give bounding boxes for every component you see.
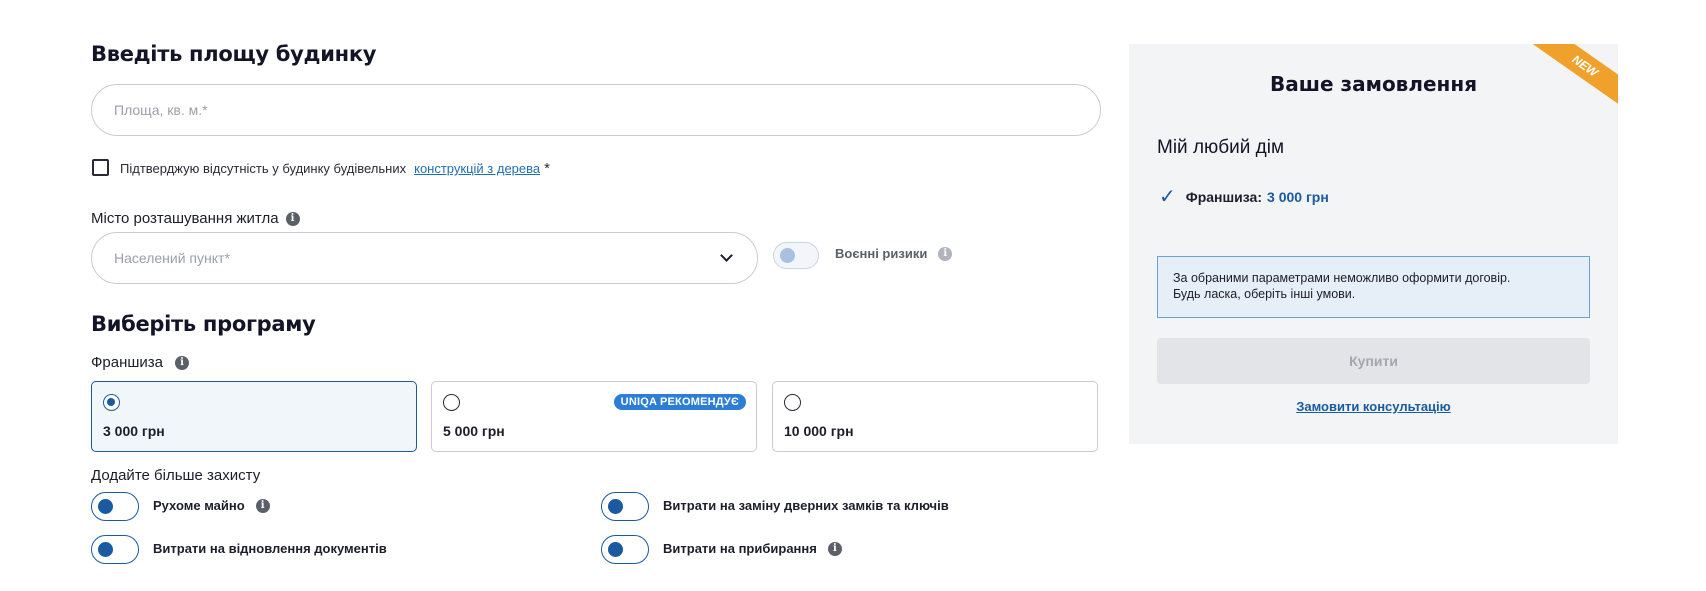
lock-replacement-toggle[interactable] bbox=[601, 492, 649, 521]
chevron-down-icon bbox=[720, 249, 733, 262]
movable-property-text: Рухоме майно bbox=[153, 498, 245, 513]
toggle-knob bbox=[780, 248, 795, 263]
info-icon[interactable]: i bbox=[255, 498, 270, 513]
wood-confirm-text: Підтверджую відсутність у будинку будіве… bbox=[120, 161, 407, 176]
movable-property-label: Рухоме майно i bbox=[153, 498, 270, 513]
wood-confirm-label: Підтверджую відсутність у будинку будіве… bbox=[120, 160, 550, 177]
check-icon: ✓ bbox=[1159, 186, 1176, 208]
required-mark: * bbox=[544, 160, 550, 177]
cleaning-text: Витрати на прибирання bbox=[663, 541, 817, 556]
war-risks-text: Воєнні ризики bbox=[835, 246, 928, 261]
order-title: Ваше замовлення bbox=[1269, 72, 1478, 96]
plan-radio[interactable] bbox=[103, 394, 120, 411]
product-name: Мій любий дім bbox=[1157, 137, 1285, 158]
order-franchise-value: 3 000 грн bbox=[1267, 188, 1329, 205]
info-icon[interactable]: i bbox=[285, 211, 300, 226]
area-input-placeholder: Площа, кв. м.* bbox=[114, 102, 208, 118]
documents-restore-label: Витрати на відновлення документів bbox=[153, 541, 387, 556]
documents-restore-toggle[interactable] bbox=[91, 535, 139, 564]
plan-card-3000[interactable]: 3 000 грн bbox=[91, 381, 417, 452]
plan-card-10000[interactable]: 10 000 грн bbox=[772, 381, 1098, 452]
info-icon[interactable]: i bbox=[938, 246, 953, 261]
plan-value: 3 000 грн bbox=[103, 423, 165, 439]
plan-value: 5 000 грн bbox=[443, 423, 505, 439]
plan-radio[interactable] bbox=[784, 394, 801, 411]
franchise-label: Франшиза i bbox=[91, 354, 190, 371]
city-label-text: Місто розташування житла bbox=[91, 210, 279, 227]
plan-value: 10 000 грн bbox=[784, 423, 854, 439]
toggle-knob bbox=[608, 499, 623, 514]
area-heading: Введіть площу будинку bbox=[91, 42, 377, 66]
wood-structures-link[interactable]: конструкцій з дерева bbox=[414, 161, 540, 176]
cleaning-toggle[interactable] bbox=[601, 535, 649, 564]
addons-heading: Додайте більше захисту bbox=[91, 467, 261, 484]
order-franchise-key: Франшиза: bbox=[1185, 188, 1263, 205]
toggle-knob bbox=[98, 542, 113, 557]
order-panel: NEW Ваше замовлення Мій любий дім ✓ Фран… bbox=[1129, 44, 1618, 444]
order-notice: За обраними параметрами неможливо оформи… bbox=[1157, 256, 1590, 318]
cleaning-label: Витрати на прибирання i bbox=[663, 541, 842, 556]
city-select[interactable]: Населений пункт* bbox=[91, 232, 758, 284]
info-icon[interactable]: i bbox=[827, 541, 842, 556]
lock-replacement-label: Витрати на заміну дверних замків та ключ… bbox=[663, 498, 949, 513]
order-franchise-line: ✓ Франшиза: 3 000 грн bbox=[1159, 184, 1329, 209]
plan-card-5000[interactable]: UNIQA РЕКОМЕНДУЄ 5 000 грн bbox=[431, 381, 757, 452]
buy-button[interactable]: Купити bbox=[1157, 338, 1590, 384]
info-icon[interactable]: i bbox=[175, 355, 190, 370]
toggle-knob bbox=[98, 499, 113, 514]
wood-confirm-checkbox[interactable] bbox=[92, 159, 109, 176]
war-risks-toggle[interactable] bbox=[773, 242, 819, 269]
documents-restore-text: Витрати на відновлення документів bbox=[153, 541, 387, 556]
city-select-placeholder: Населений пункт* bbox=[114, 250, 230, 266]
program-heading: Виберіть програму bbox=[91, 312, 316, 336]
consultation-link[interactable]: Замовити консультацію bbox=[1129, 399, 1618, 414]
toggle-knob bbox=[608, 542, 623, 557]
city-label: Місто розташування житла i bbox=[91, 210, 300, 227]
franchise-label-text: Франшиза bbox=[91, 354, 164, 371]
lock-replacement-text: Витрати на заміну дверних замків та ключ… bbox=[663, 498, 949, 513]
recommended-badge: UNIQA РЕКОМЕНДУЄ bbox=[613, 394, 746, 410]
order-notice-line: Будь ласка, оберіть інші умови. bbox=[1173, 287, 1356, 301]
area-input[interactable]: Площа, кв. м.* bbox=[91, 84, 1101, 136]
order-notice-line: За обраними параметрами неможливо оформи… bbox=[1173, 271, 1511, 285]
war-risks-label: Воєнні ризики i bbox=[835, 246, 953, 261]
movable-property-toggle[interactable] bbox=[91, 492, 139, 521]
plan-radio[interactable] bbox=[443, 394, 460, 411]
